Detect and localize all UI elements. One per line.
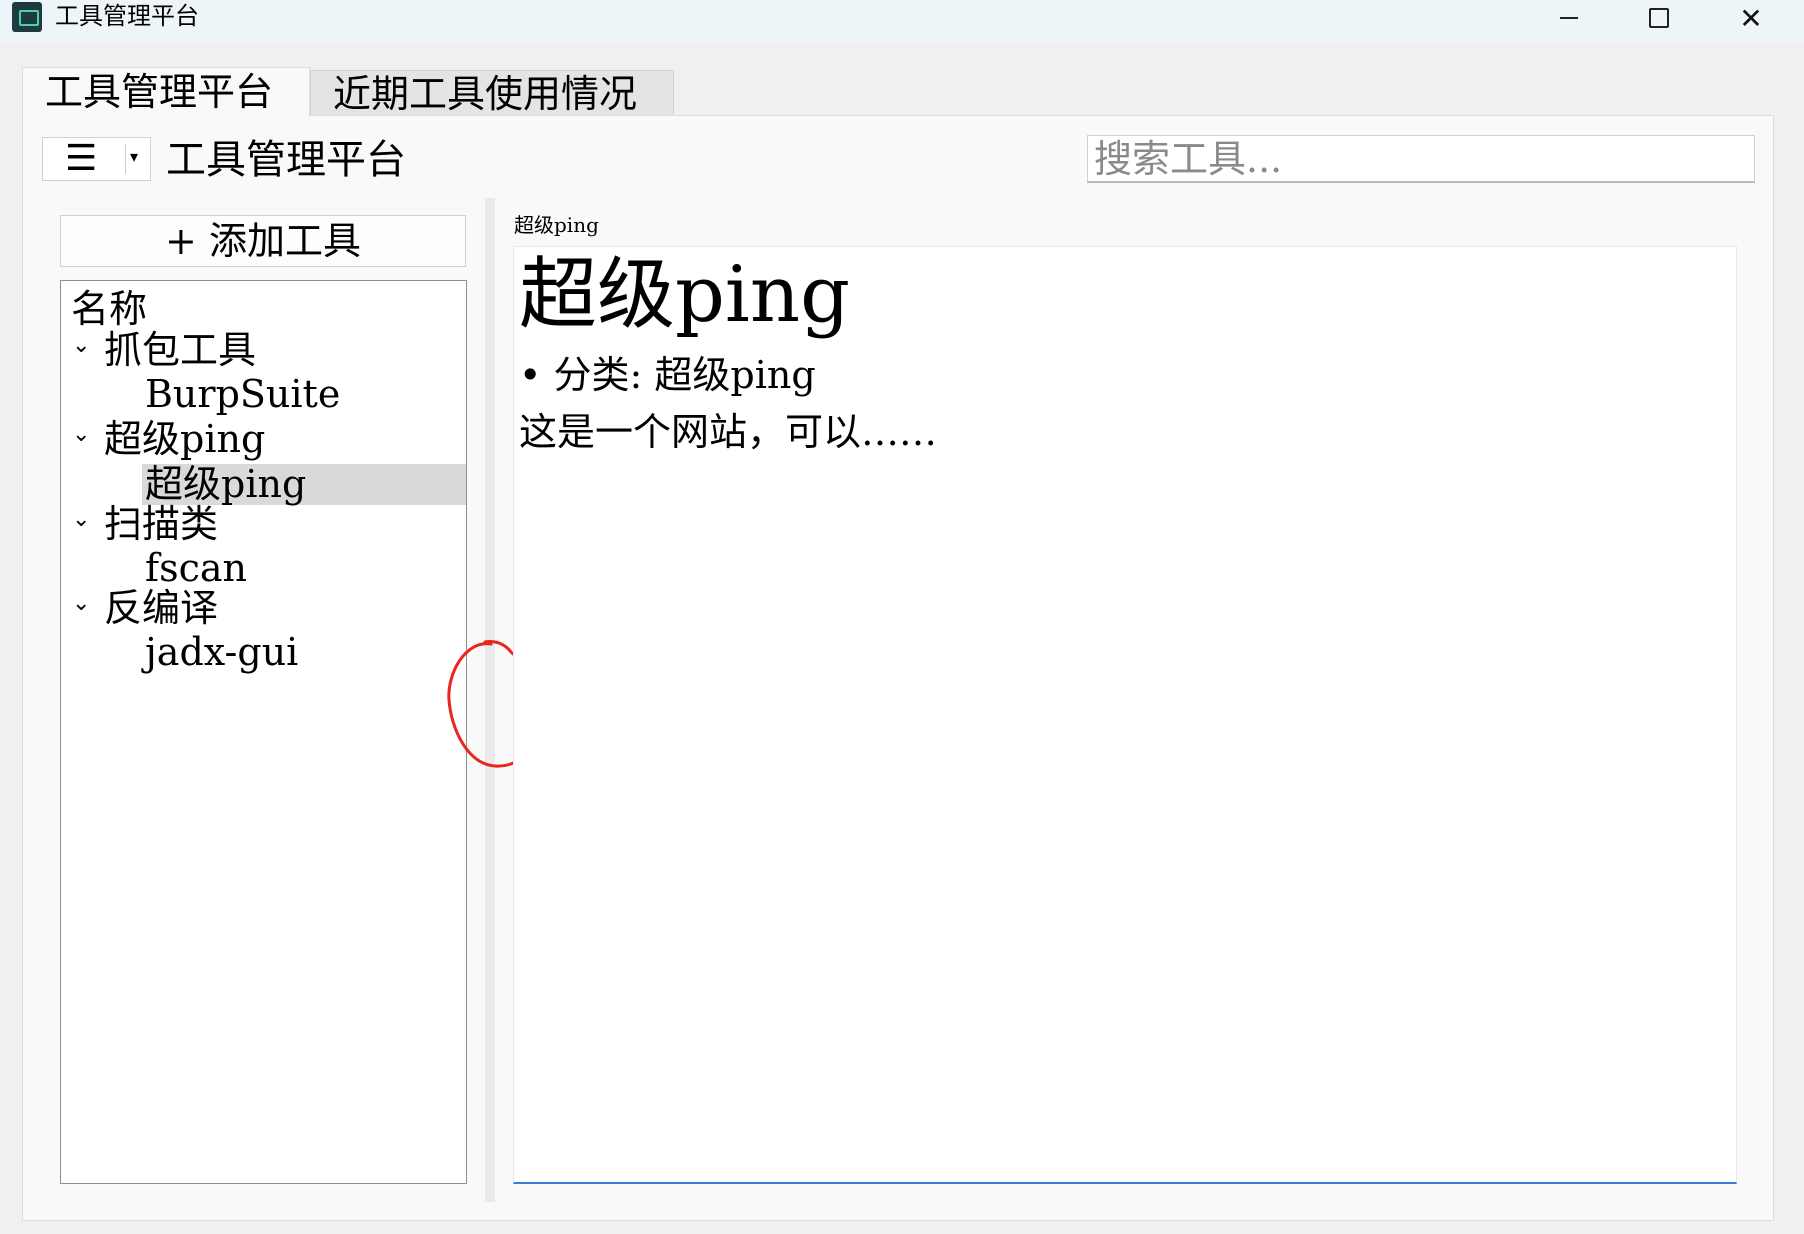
tree-item-burpsuite[interactable]: BurpSuite	[145, 373, 340, 415]
tab-tool-platform[interactable]: 工具管理平台	[22, 67, 310, 117]
tree-category-label: 反编译	[104, 586, 219, 630]
detail-label: 超级ping	[514, 213, 599, 237]
menu-arrow-divider	[125, 144, 126, 174]
tree-category-label: 超级ping	[104, 417, 266, 461]
close-button[interactable]: ✕	[1706, 0, 1796, 36]
app-icon	[12, 2, 42, 32]
tree-category-label: 抓包工具	[104, 328, 257, 372]
detail-content[interactable]: 超级ping • 分类: 超级ping 这是一个网站，可以……	[513, 246, 1737, 1184]
chevron-down-icon[interactable]: ⌄	[72, 509, 90, 531]
detail-description: 这是一个网站，可以……	[519, 410, 938, 454]
minimize-icon	[1560, 17, 1578, 19]
search-input[interactable]	[1087, 135, 1755, 183]
detail-category-bullet: • 分类: 超级ping	[519, 353, 816, 397]
tab-recent-usage[interactable]: 近期工具使用情况	[310, 70, 674, 116]
tree-header-name: 名称	[71, 287, 148, 331]
tool-tree[interactable]: 名称 ⌄ 抓包工具 BurpSuite ⌄ 超级ping 超级ping ⌄ 扫描…	[60, 280, 467, 1184]
chevron-down-icon[interactable]: ⌄	[72, 593, 90, 615]
maximize-button[interactable]	[1614, 0, 1704, 36]
menu-tool-button[interactable]: ☰ ▾	[42, 137, 151, 181]
tree-item-fscan[interactable]: fscan	[145, 547, 247, 589]
detail-title: 超级ping	[519, 250, 851, 340]
toolbar-title: 工具管理平台	[166, 137, 406, 183]
tree-item-superping[interactable]: 超级ping	[145, 463, 306, 505]
chevron-down-icon[interactable]: ⌄	[72, 335, 90, 357]
close-icon: ✕	[1739, 1, 1763, 35]
minimize-button[interactable]	[1524, 0, 1614, 36]
dropdown-arrow-icon[interactable]: ▾	[130, 147, 138, 166]
hamburger-menu-icon: ☰	[65, 138, 98, 179]
tree-item-jadx-gui[interactable]: jadx-gui	[145, 631, 298, 673]
add-tool-button[interactable]: + 添加工具	[60, 215, 466, 267]
window-title: 工具管理平台	[55, 3, 199, 30]
tree-category-label: 扫描类	[104, 502, 219, 546]
chevron-down-icon[interactable]: ⌄	[72, 424, 90, 446]
maximize-icon	[1649, 8, 1669, 28]
